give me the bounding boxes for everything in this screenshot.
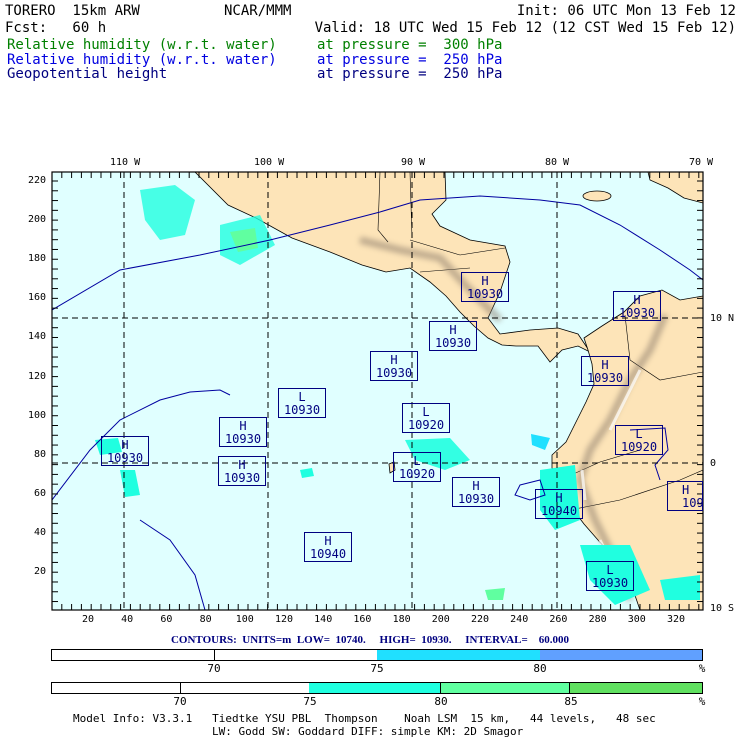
pressure-center-high: H 10940 — [535, 489, 583, 519]
pressure-center-high: H 10930 — [461, 272, 509, 302]
pressure-center-low: L 10920 — [615, 425, 663, 455]
center-value: 10930 — [375, 366, 413, 380]
pressure-center-high: H 10930 — [613, 291, 661, 321]
colorbar-label: 75 — [370, 662, 384, 675]
colorbar-label: 80 — [434, 695, 448, 708]
center-value: 10920 — [398, 467, 436, 481]
colorbar-rh-250 — [51, 649, 703, 661]
contours-info: CONTOURS: UNITS=m LOW= 10740. HIGH= 1093… — [170, 634, 570, 646]
center-value: 10930 — [586, 371, 624, 385]
pressure-center-low: L 10920 — [393, 452, 441, 482]
model-info-line2: LW: Godd SW: Goddard DIFF: simple KM: 2D… — [212, 725, 524, 738]
center-value: 10930 — [224, 432, 262, 446]
center-value: 10920 — [620, 440, 658, 454]
colorbar-unit: % — [698, 662, 706, 675]
center-value: 10930 — [223, 471, 261, 485]
center-value: 10940 — [540, 504, 578, 518]
jamaica — [582, 190, 612, 202]
center-value: 10930 — [106, 451, 144, 465]
pressure-center-high: H 10930 — [101, 436, 149, 466]
center-value: 10940 — [309, 547, 347, 561]
colorbar-label: 75 — [303, 695, 317, 708]
colorbar-unit: % — [698, 695, 706, 708]
pressure-center-high: H 10930 — [219, 417, 267, 447]
pressure-center-low: L 10930 — [586, 561, 634, 591]
center-value: 10930 — [283, 403, 321, 417]
colorbar-label: 85 — [564, 695, 578, 708]
pressure-center-high: H 10930 — [370, 351, 418, 381]
pressure-center-low: L 10920 — [402, 403, 450, 433]
colorbar-label: 70 — [207, 662, 221, 675]
colorbar-rh-300 — [51, 682, 703, 694]
pressure-center-high: H 10930 — [218, 456, 266, 486]
pressure-center-high: H 10930 — [429, 321, 477, 351]
center-value: 10930 — [466, 287, 504, 301]
weather-map-figure: TORERO 15km ARW NCAR/MMM Init: 06 UTC Mo… — [0, 0, 740, 740]
center-value: 10930 — [434, 336, 472, 350]
center-value: 109 — [682, 496, 703, 510]
colorbar-label: 80 — [533, 662, 547, 675]
center-value: 10930 — [457, 492, 495, 506]
pressure-center-high: H 10930 — [581, 356, 629, 386]
center-value: 10920 — [407, 418, 445, 432]
colorbar-label: 70 — [173, 695, 187, 708]
pressure-center-high: H 10930 — [452, 477, 500, 507]
center-value: 10930 — [591, 576, 629, 590]
center-value: 10930 — [618, 306, 656, 320]
pressure-center-high: H 109 — [667, 481, 703, 511]
pressure-center-low: L 10930 — [278, 388, 326, 418]
model-info-line1: Model Info: V3.3.1 Tiedtke YSU PBL Thomp… — [73, 712, 656, 725]
pressure-center-high: H 10940 — [304, 532, 352, 562]
